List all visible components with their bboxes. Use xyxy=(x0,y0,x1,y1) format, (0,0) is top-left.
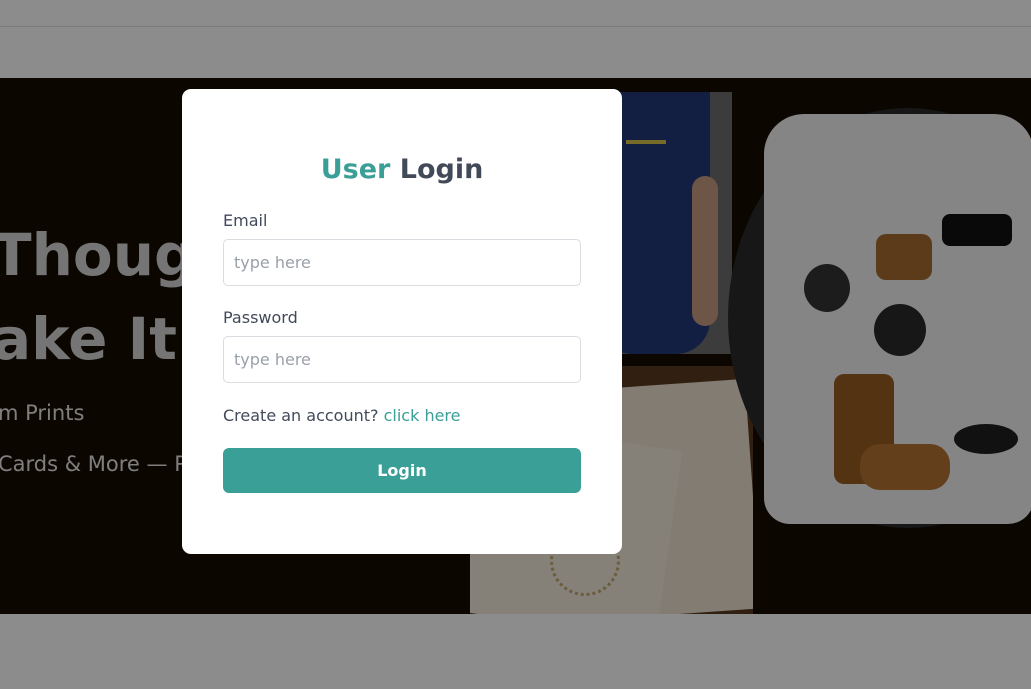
password-input[interactable] xyxy=(223,336,581,383)
login-modal: User Login Email Password Create an acco… xyxy=(182,89,622,554)
email-input[interactable] xyxy=(223,239,581,286)
title-main-word: Login xyxy=(399,154,484,185)
signup-prompt: Create an account? xyxy=(223,406,379,425)
signup-link[interactable]: click here xyxy=(384,406,461,425)
signup-row: Create an account? click here xyxy=(223,406,461,425)
title-accent-word: User xyxy=(320,154,391,185)
email-label: Email xyxy=(223,211,268,230)
login-button[interactable]: Login xyxy=(223,448,581,493)
modal-title: User Login xyxy=(182,153,622,187)
password-label: Password xyxy=(223,308,298,327)
